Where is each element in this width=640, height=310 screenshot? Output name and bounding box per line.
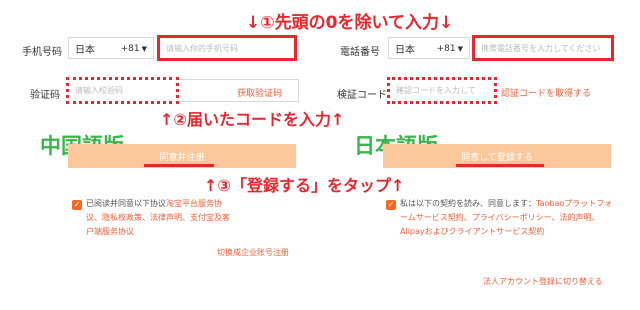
cn-phone-label: 手机号码 <box>22 47 62 58</box>
cn-register-label: 同意并注册 <box>159 152 205 163</box>
jp-code-placeholder: 確認コードを入力して <box>396 86 476 95</box>
cn-country-name: 日本 <box>75 44 95 56</box>
cn-button-underline <box>144 164 214 167</box>
jp-country-code: +81 <box>436 43 456 54</box>
jp-code-input[interactable]: 確認コードを入力して <box>387 77 497 104</box>
jp-button-underline <box>456 164 544 167</box>
jp-get-code-link[interactable]: 認証コードを取得する <box>501 86 591 99</box>
annotation-step3: ↑③「登録する」をタップ↑ <box>204 176 405 195</box>
jp-phone-label: 電話番号 <box>340 47 380 58</box>
cn-agreement-text: 已阅读并同意以下协议淘宝平台服务协议、隐私权政策、法律声明、支付宝及客户端服务协… <box>86 197 232 239</box>
jp-country-select[interactable]: 日本 +81 ▼ <box>388 37 470 59</box>
jp-code-label: 検証コード <box>337 90 387 101</box>
jp-switch-corporate-link[interactable]: 法人アカウント登録に切り替える <box>483 276 603 287</box>
chevron-down-icon: ▼ <box>457 44 463 53</box>
cn-code-label: 验证码 <box>30 90 60 101</box>
cn-agreement-prefix: 已阅读并同意以下协议 <box>86 199 166 208</box>
jp-agree-checkbox[interactable]: ✓ <box>386 200 396 210</box>
jp-register-label: 同意して登録する <box>461 152 533 163</box>
jp-agreement-prefix: 私は以下の契約を読み、同意します： <box>400 199 536 208</box>
annotation-step1: ↓①先頭の0を除いて入力↓ <box>246 13 454 33</box>
chevron-down-icon: ▼ <box>141 44 147 53</box>
jp-agreement-text: 私は以下の契約を読み、同意します：Taobaoプラットフォームサービス契約、プラ… <box>400 197 614 239</box>
cn-phone-input[interactable]: 请输入你的手机号码 <box>157 35 297 61</box>
cn-switch-corporate-link[interactable]: 切换成企业账号注册 <box>217 247 289 258</box>
cn-code-input[interactable]: 请输入校验码 <box>66 77 179 104</box>
cn-get-code-link[interactable]: 获取验证码 <box>237 86 282 99</box>
cn-code-placeholder: 请输入校验码 <box>75 86 123 95</box>
cn-country-select[interactable]: 日本 +81 ▼ <box>68 37 154 59</box>
jp-phone-input[interactable]: 携帯電話番号を入力してください <box>472 35 614 61</box>
jp-country-name: 日本 <box>395 44 415 56</box>
cn-country-code: +81 <box>120 43 140 54</box>
cn-phone-placeholder: 请输入你的手机号码 <box>166 43 238 53</box>
cn-agree-checkbox[interactable]: ✓ <box>72 200 82 210</box>
annotation-step2: ↑②届いたコードを入力↑ <box>160 110 345 129</box>
jp-phone-placeholder: 携帯電話番号を入力してください <box>481 43 601 53</box>
